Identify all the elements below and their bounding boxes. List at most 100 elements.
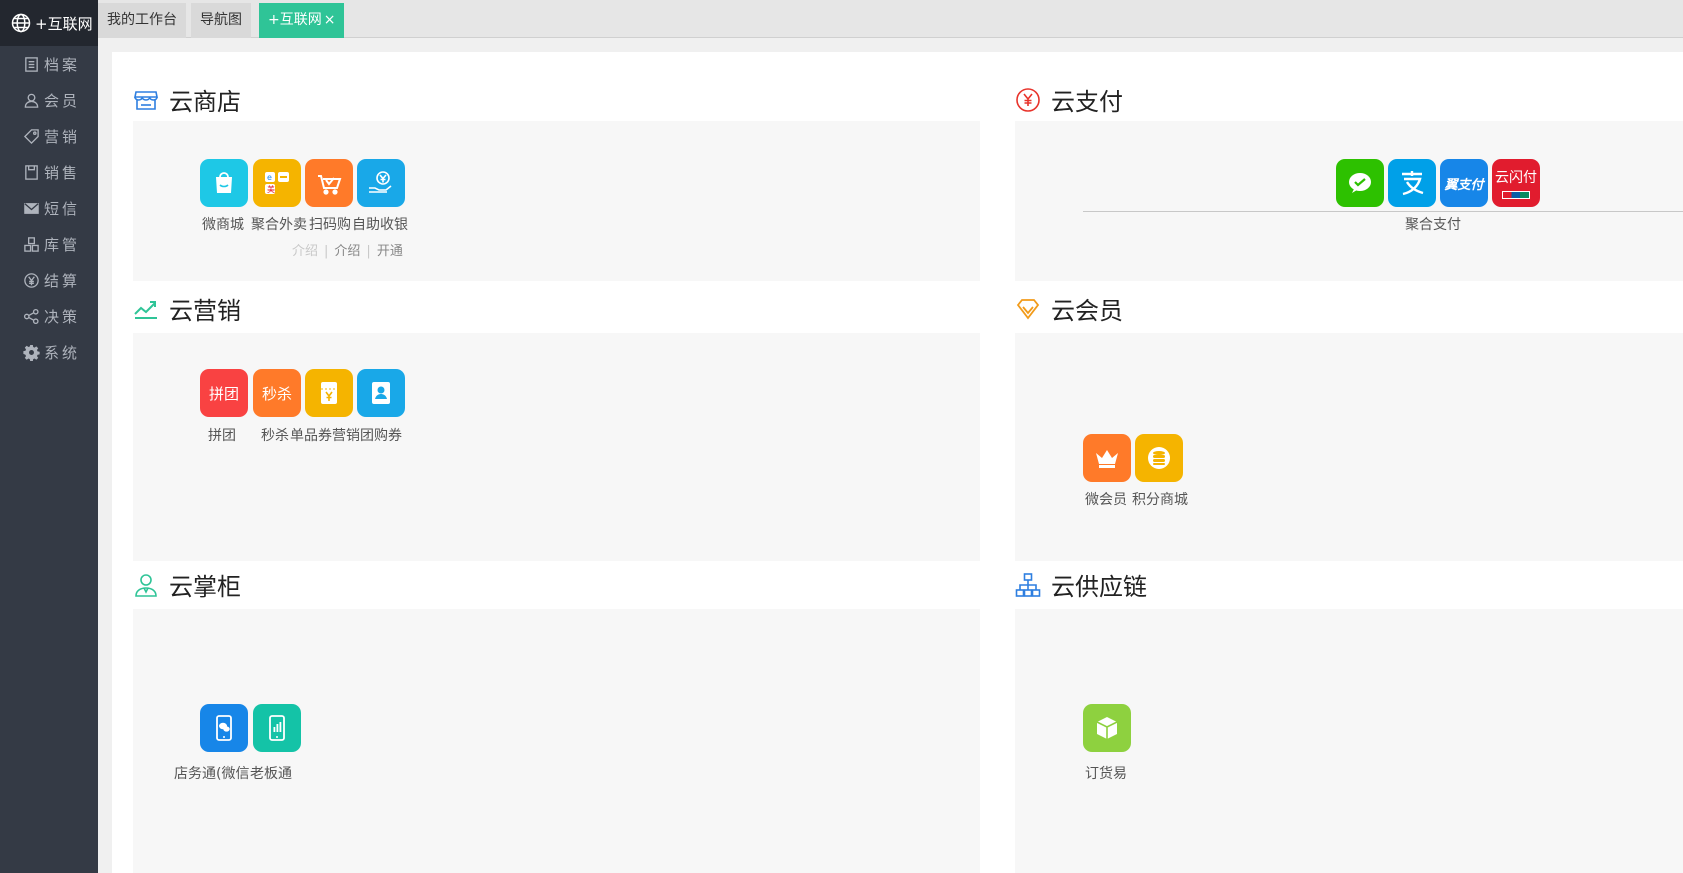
coupon-icon xyxy=(321,382,337,404)
svg-text:e: e xyxy=(267,173,272,182)
app-micro-member-tile[interactable] xyxy=(1083,434,1131,482)
section-title-shop: 云商店 xyxy=(133,82,241,117)
sidebar-item-label: 会员 xyxy=(44,91,81,110)
app-label: 秒杀 xyxy=(261,428,289,444)
panel-marketing: 拼团 秒杀 拼团 秒杀 单品券 营销团购券 xyxy=(133,333,980,561)
yen-circle-icon xyxy=(22,271,40,289)
tab-label: 我的工作台 xyxy=(107,12,177,28)
app-wechat-pay-tile[interactable] xyxy=(1336,159,1384,207)
chart-phone-icon xyxy=(269,715,285,741)
app-micro-mall-tile[interactable] xyxy=(200,159,248,207)
app-group-buy-tile[interactable]: 拼团 xyxy=(200,369,248,417)
sidebar-item-decision[interactable]: 决策 xyxy=(0,298,98,334)
app-label: 老板通 xyxy=(250,766,292,782)
app-self-checkout-tile[interactable] xyxy=(357,159,405,207)
globe-icon xyxy=(11,13,31,33)
mail-icon xyxy=(22,199,40,217)
section-title-text: 云商店 xyxy=(169,88,241,116)
section-title-supply: 云供应链 xyxy=(1015,567,1147,602)
brand-label: +互联网 xyxy=(35,14,93,33)
wechat-icon xyxy=(1349,173,1371,193)
share-nodes-icon xyxy=(22,307,40,325)
cashier-icon xyxy=(369,171,392,193)
bestpay-icon: 翼支付 xyxy=(1444,177,1484,193)
main-content: 云商店 e美 微商城 聚合外卖 扫码购 自助收银 介绍 | 介绍 | 开通 云支付 xyxy=(112,52,1683,873)
divider xyxy=(1083,211,1683,212)
intro-link[interactable]: 介绍 xyxy=(292,244,318,259)
sidebar-item-label: 短信 xyxy=(44,199,81,218)
sidebar-item-settlement[interactable]: 结算 xyxy=(0,262,98,298)
app-alipay-tile[interactable] xyxy=(1388,159,1436,207)
sales-icon xyxy=(22,163,40,181)
section-title-marketing: 云营销 xyxy=(133,291,241,326)
intro-link[interactable]: 介绍 xyxy=(334,244,360,259)
section-title-text: 云会员 xyxy=(1051,297,1123,325)
gear-icon xyxy=(22,343,40,361)
app-label: 单品券 xyxy=(290,428,332,444)
tab-workbench[interactable]: 我的工作台 xyxy=(98,3,186,38)
app-label: 拼团 xyxy=(208,428,236,444)
app-tile-text: 拼团 xyxy=(208,384,239,403)
app-order-easy-tile[interactable] xyxy=(1083,704,1131,752)
sidebar-item-label: 决策 xyxy=(44,307,81,326)
sidebar-item-label: 销售 xyxy=(44,163,81,182)
app-label: 微会员 xyxy=(1085,492,1127,508)
yen-circle-icon xyxy=(1015,87,1041,113)
sidebar-item-marketing[interactable]: 营销 xyxy=(0,118,98,154)
tab-label: 导航图 xyxy=(200,12,242,28)
panel-pay: 翼支付 云闪付 聚合支付 xyxy=(1015,121,1683,281)
warehouse-icon xyxy=(22,235,40,253)
sidebar-item-system[interactable]: 系统 xyxy=(0,334,98,370)
svg-text:美: 美 xyxy=(267,184,275,194)
wechat-phone-icon xyxy=(216,715,232,741)
app-single-coupon-tile[interactable] xyxy=(305,369,353,417)
app-store-service-tile[interactable] xyxy=(200,704,248,752)
cart-icon xyxy=(318,175,342,195)
sidebar-item-member[interactable]: 会员 xyxy=(0,82,98,118)
person-badge-icon xyxy=(133,572,159,598)
app-group-coupon-tile[interactable] xyxy=(357,369,405,417)
org-chart-icon xyxy=(1015,572,1041,598)
close-icon[interactable]: × xyxy=(324,12,336,28)
section-title-text: 云掌柜 xyxy=(169,573,241,601)
app-bestpay-tile[interactable]: 翼支付 xyxy=(1440,159,1488,207)
shopping-bag-icon xyxy=(216,172,232,193)
trend-chart-icon xyxy=(133,296,159,322)
delivery-icon: e美 xyxy=(265,172,289,194)
panel-shop: e美 微商城 聚合外卖 扫码购 自助收银 介绍 | 介绍 | 开通 xyxy=(133,121,980,281)
app-delivery-tile[interactable]: e美 xyxy=(253,159,301,207)
sidebar-item-sales[interactable]: 销售 xyxy=(0,154,98,190)
tab-internet-plus[interactable]: +互联网 × xyxy=(259,3,345,38)
panel-supply: 订货易 xyxy=(1015,609,1683,873)
section-title-manager: 云掌柜 xyxy=(133,567,241,602)
coins-icon xyxy=(1148,447,1170,469)
app-tile-text: 秒杀 xyxy=(261,384,292,403)
app-label: 扫码购 xyxy=(309,217,351,233)
unionpay-icon: 云闪付 xyxy=(1495,170,1537,186)
unionpay-stripe xyxy=(1502,191,1530,199)
document-icon xyxy=(22,55,40,73)
sidebar-item-sms[interactable]: 短信 xyxy=(0,190,98,226)
shop-links: 介绍 | 介绍 | 开通 xyxy=(292,240,403,259)
section-title-text: 云供应链 xyxy=(1051,573,1147,601)
app-scan-buy-tile[interactable] xyxy=(305,159,353,207)
app-label: 聚合支付 xyxy=(1405,217,1461,233)
brand[interactable]: +互联网 xyxy=(0,0,98,46)
sidebar-item-warehouse[interactable]: 库管 xyxy=(0,226,98,262)
panel-member: 微会员 积分商城 xyxy=(1015,333,1683,561)
app-label: 积分商城 xyxy=(1132,492,1188,508)
app-flash-sale-tile[interactable]: 秒杀 xyxy=(253,369,301,417)
activate-link[interactable]: 开通 xyxy=(377,244,403,259)
crown-icon xyxy=(1096,450,1118,468)
tag-icon xyxy=(22,127,40,145)
app-unionpay-tile[interactable]: 云闪付 xyxy=(1492,159,1540,207)
app-boss-tile[interactable] xyxy=(253,704,301,752)
tab-nav-map[interactable]: 导航图 xyxy=(191,3,251,38)
app-label: 营销团购券 xyxy=(332,428,402,444)
app-points-mall-tile[interactable] xyxy=(1135,434,1183,482)
app-label: 微商城 xyxy=(202,217,244,233)
store-icon xyxy=(133,87,159,113)
sidebar: +互联网 档案 会员 营销 销售 短信 库管 结算 决策 系统 xyxy=(0,0,98,873)
user-icon xyxy=(22,91,40,109)
sidebar-item-archive[interactable]: 档案 xyxy=(0,46,98,82)
